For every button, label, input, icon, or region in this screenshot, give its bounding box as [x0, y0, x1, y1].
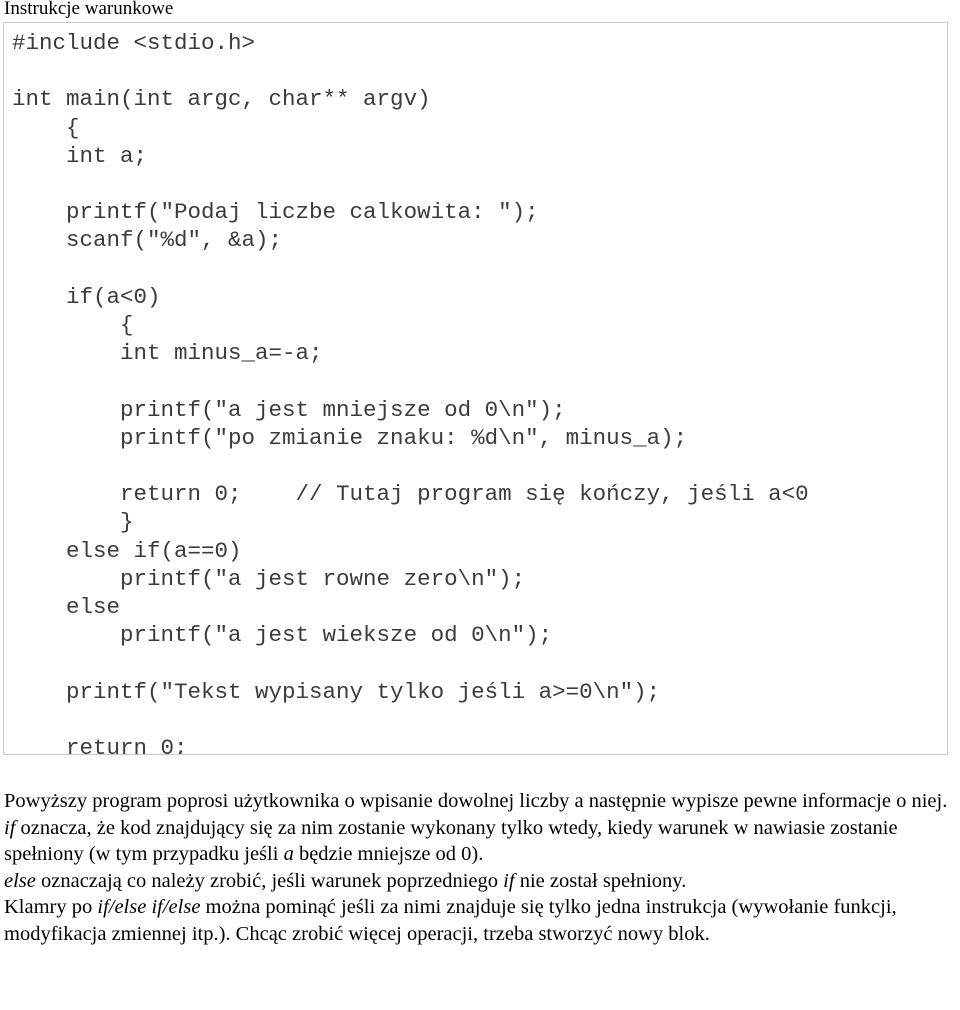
keyword-if-else-chain: if/else if/else [97, 896, 201, 919]
paragraph-if: if oznacza, że kod znajdujący się za nim… [4, 815, 956, 868]
paragraph-braces-text-1: Klamry po [4, 896, 98, 919]
paragraph-overview: Powyższy program poprosi użytkownika o w… [4, 788, 956, 815]
paragraph-if-text-2: będzie mniejsze od 0). [293, 843, 484, 866]
paragraph-overview-text: Powyższy program poprosi użytkownika o w… [4, 790, 948, 812]
code-block: #include <stdio.h> int main(int argc, ch… [3, 22, 948, 755]
paragraph-else: else oznaczają co należy zrobić, jeśli w… [4, 868, 956, 895]
explanation-text: Powyższy program poprosi użytkownika o w… [4, 788, 956, 948]
keyword-if: if [4, 816, 16, 839]
page-title: Instrukcje warunkowe [4, 0, 174, 19]
paragraph-braces: Klamry po if/else if/else można pominąć … [4, 894, 956, 947]
paragraph-else-text-2: nie został spełniony. [514, 869, 687, 892]
code-listing: #include <stdio.h> int main(int argc, ch… [12, 30, 809, 755]
paragraph-else-text-1: oznaczają co należy zrobić, jeśli warune… [35, 869, 504, 892]
keyword-if-2: if [503, 869, 515, 892]
keyword-else: else [4, 869, 36, 892]
variable-a: a [283, 843, 294, 866]
